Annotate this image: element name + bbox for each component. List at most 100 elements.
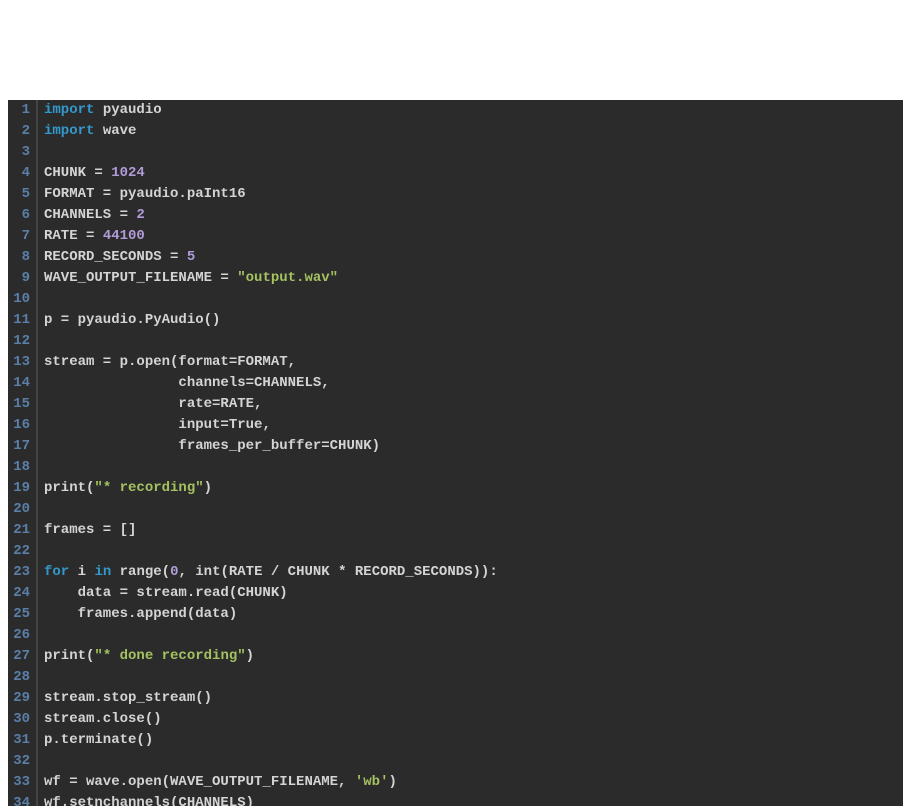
token-ident: channels=CHANNELS, <box>44 375 330 391</box>
code-line[interactable] <box>44 751 903 772</box>
line-number: 24 <box>8 583 30 604</box>
line-number: 23 <box>8 562 30 583</box>
code-line[interactable]: CHUNK = 1024 <box>44 163 903 184</box>
code-line[interactable]: wf.setnchannels(CHANNELS) <box>44 793 903 806</box>
token-number: 1024 <box>111 165 145 181</box>
line-number: 25 <box>8 604 30 625</box>
token-ident: frames_per_buffer=CHUNK) <box>44 438 380 454</box>
token-ident: i <box>69 564 94 580</box>
code-line[interactable]: stream.stop_stream() <box>44 688 903 709</box>
line-number: 31 <box>8 730 30 751</box>
line-number: 4 <box>8 163 30 184</box>
token-ident: CHUNK = <box>44 165 111 181</box>
line-number-gutter: 1234567891011121314151617181920212223242… <box>8 100 38 806</box>
code-line[interactable]: print("* done recording") <box>44 646 903 667</box>
line-number: 29 <box>8 688 30 709</box>
code-line[interactable]: channels=CHANNELS, <box>44 373 903 394</box>
code-line[interactable]: frames_per_buffer=CHUNK) <box>44 436 903 457</box>
token-ident: ) <box>204 480 212 496</box>
line-number: 33 <box>8 772 30 793</box>
token-string: "* recording" <box>94 480 203 496</box>
line-number: 32 <box>8 751 30 772</box>
token-ident: WAVE_OUTPUT_FILENAME = <box>44 270 237 286</box>
code-line[interactable]: rate=RATE, <box>44 394 903 415</box>
token-ident: print( <box>44 648 94 664</box>
line-number: 12 <box>8 331 30 352</box>
code-editor[interactable]: 1234567891011121314151617181920212223242… <box>8 100 903 806</box>
code-line[interactable]: import pyaudio <box>44 100 903 121</box>
token-keyword: import <box>44 102 94 118</box>
code-line[interactable]: RECORD_SECONDS = 5 <box>44 247 903 268</box>
top-whitespace <box>0 0 903 100</box>
token-string: "output.wav" <box>237 270 338 286</box>
code-line[interactable]: RATE = 44100 <box>44 226 903 247</box>
token-ident: range( <box>111 564 170 580</box>
code-line[interactable]: data = stream.read(CHUNK) <box>44 583 903 604</box>
token-ident: ) <box>246 648 254 664</box>
code-line[interactable]: frames = [] <box>44 520 903 541</box>
code-line[interactable]: FORMAT = pyaudio.paInt16 <box>44 184 903 205</box>
line-number: 21 <box>8 520 30 541</box>
code-line[interactable]: stream = p.open(format=FORMAT, <box>44 352 903 373</box>
token-ident: p = pyaudio.PyAudio() <box>44 312 220 328</box>
code-line[interactable]: input=True, <box>44 415 903 436</box>
token-ident: print( <box>44 480 94 496</box>
token-ident: True <box>229 417 263 433</box>
line-number: 9 <box>8 268 30 289</box>
line-number: 11 <box>8 310 30 331</box>
line-number: 18 <box>8 457 30 478</box>
code-line[interactable]: wf = wave.open(WAVE_OUTPUT_FILENAME, 'wb… <box>44 772 903 793</box>
code-line[interactable] <box>44 667 903 688</box>
line-number: 8 <box>8 247 30 268</box>
token-keyword: for <box>44 564 69 580</box>
token-ident: rate=RATE, <box>44 396 262 412</box>
line-number: 7 <box>8 226 30 247</box>
line-number: 30 <box>8 709 30 730</box>
code-line[interactable] <box>44 331 903 352</box>
code-content[interactable]: import pyaudioimport waveCHUNK = 1024FOR… <box>38 100 903 806</box>
code-line[interactable]: print("* recording") <box>44 478 903 499</box>
code-line[interactable] <box>44 499 903 520</box>
token-ident: ) <box>388 774 396 790</box>
code-line[interactable]: import wave <box>44 121 903 142</box>
line-number: 6 <box>8 205 30 226</box>
code-line[interactable] <box>44 457 903 478</box>
line-number: 5 <box>8 184 30 205</box>
line-number: 34 <box>8 793 30 806</box>
token-ident: stream.stop_stream() <box>44 690 212 706</box>
line-number: 22 <box>8 541 30 562</box>
line-number: 27 <box>8 646 30 667</box>
code-line[interactable] <box>44 541 903 562</box>
line-number: 20 <box>8 499 30 520</box>
token-ident: RECORD_SECONDS = <box>44 249 187 265</box>
token-ident: wave <box>94 123 136 139</box>
line-number: 19 <box>8 478 30 499</box>
code-line[interactable] <box>44 289 903 310</box>
token-string: 'wb' <box>355 774 389 790</box>
token-keyword: in <box>94 564 111 580</box>
line-number: 14 <box>8 373 30 394</box>
code-line[interactable]: CHANNELS = 2 <box>44 205 903 226</box>
token-ident: CHANNELS = <box>44 207 136 223</box>
line-number: 10 <box>8 289 30 310</box>
line-number: 3 <box>8 142 30 163</box>
token-ident: input= <box>44 417 229 433</box>
token-string: "* done recording" <box>94 648 245 664</box>
code-line[interactable]: stream.close() <box>44 709 903 730</box>
line-number: 16 <box>8 415 30 436</box>
code-line[interactable] <box>44 625 903 646</box>
token-keyword: import <box>44 123 94 139</box>
token-ident: RATE = <box>44 228 103 244</box>
code-line[interactable]: p.terminate() <box>44 730 903 751</box>
code-line[interactable]: frames.append(data) <box>44 604 903 625</box>
code-line[interactable] <box>44 142 903 163</box>
token-ident: wf.setnchannels(CHANNELS) <box>44 795 254 806</box>
code-line[interactable]: WAVE_OUTPUT_FILENAME = "output.wav" <box>44 268 903 289</box>
token-ident: stream = p.open(format=FORMAT, <box>44 354 296 370</box>
line-number: 13 <box>8 352 30 373</box>
line-number: 26 <box>8 625 30 646</box>
token-ident: p.terminate() <box>44 732 153 748</box>
code-line[interactable]: for i in range(0, int(RATE / CHUNK * REC… <box>44 562 903 583</box>
code-line[interactable]: p = pyaudio.PyAudio() <box>44 310 903 331</box>
token-number: 2 <box>136 207 144 223</box>
